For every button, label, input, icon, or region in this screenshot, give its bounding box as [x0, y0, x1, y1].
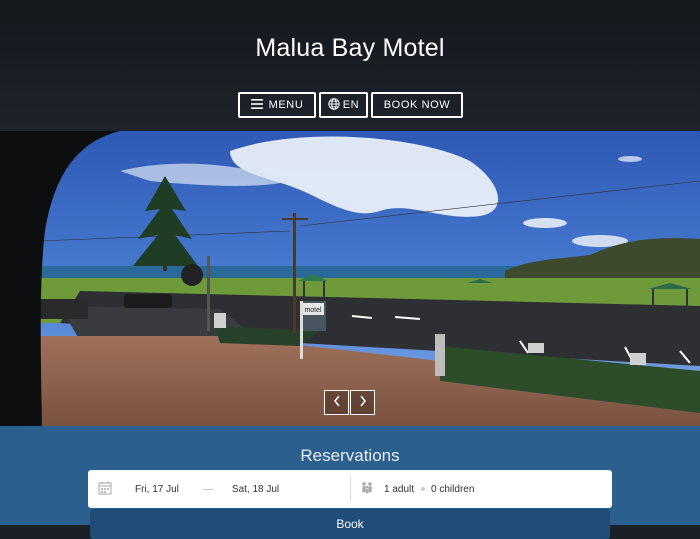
language-label: EN: [342, 99, 360, 111]
motel-sign-text: motel: [304, 307, 322, 314]
reservation-form: Fri, 17 Jul — Sat, 18 Jul 1 adult 0 chil…: [88, 470, 612, 508]
adults-count: 1 adult: [384, 483, 415, 495]
hamburger-icon: [250, 98, 263, 112]
language-button[interactable]: EN: [319, 92, 368, 118]
book-submit-button[interactable]: Book: [90, 509, 610, 539]
check-out-date[interactable]: Sat, 18 Jul: [232, 484, 279, 495]
date-range-picker[interactable]: Fri, 17 Jul — Sat, 18 Jul: [88, 470, 350, 508]
date-separator: —: [202, 483, 213, 495]
hero-slider: motel: [0, 131, 700, 426]
check-in-date[interactable]: Fri, 17 Jul: [135, 484, 179, 495]
children-count: 0 children: [431, 483, 475, 495]
site-title: Malua Bay Motel: [255, 34, 445, 62]
menu-label: MENU: [268, 99, 304, 111]
reservations-title: Reservations: [300, 446, 400, 465]
guests-icon: [360, 481, 374, 498]
hero-image: motel: [0, 131, 700, 426]
separator-dot: [421, 487, 426, 491]
slider-next-button[interactable]: [350, 390, 375, 415]
menu-button[interactable]: MENU: [238, 92, 316, 118]
calendar-icon: [98, 481, 112, 498]
guests-picker[interactable]: 1 adult 0 children: [351, 470, 612, 508]
book-now-button[interactable]: BOOK NOW: [371, 92, 463, 118]
globe-icon: [328, 97, 340, 113]
site-header: Malua Bay Motel MENU EN BOOK NOW: [0, 0, 700, 131]
slider-prev-button[interactable]: [324, 390, 349, 415]
chevron-left-icon: [333, 394, 341, 412]
chevron-right-icon: [359, 394, 367, 412]
